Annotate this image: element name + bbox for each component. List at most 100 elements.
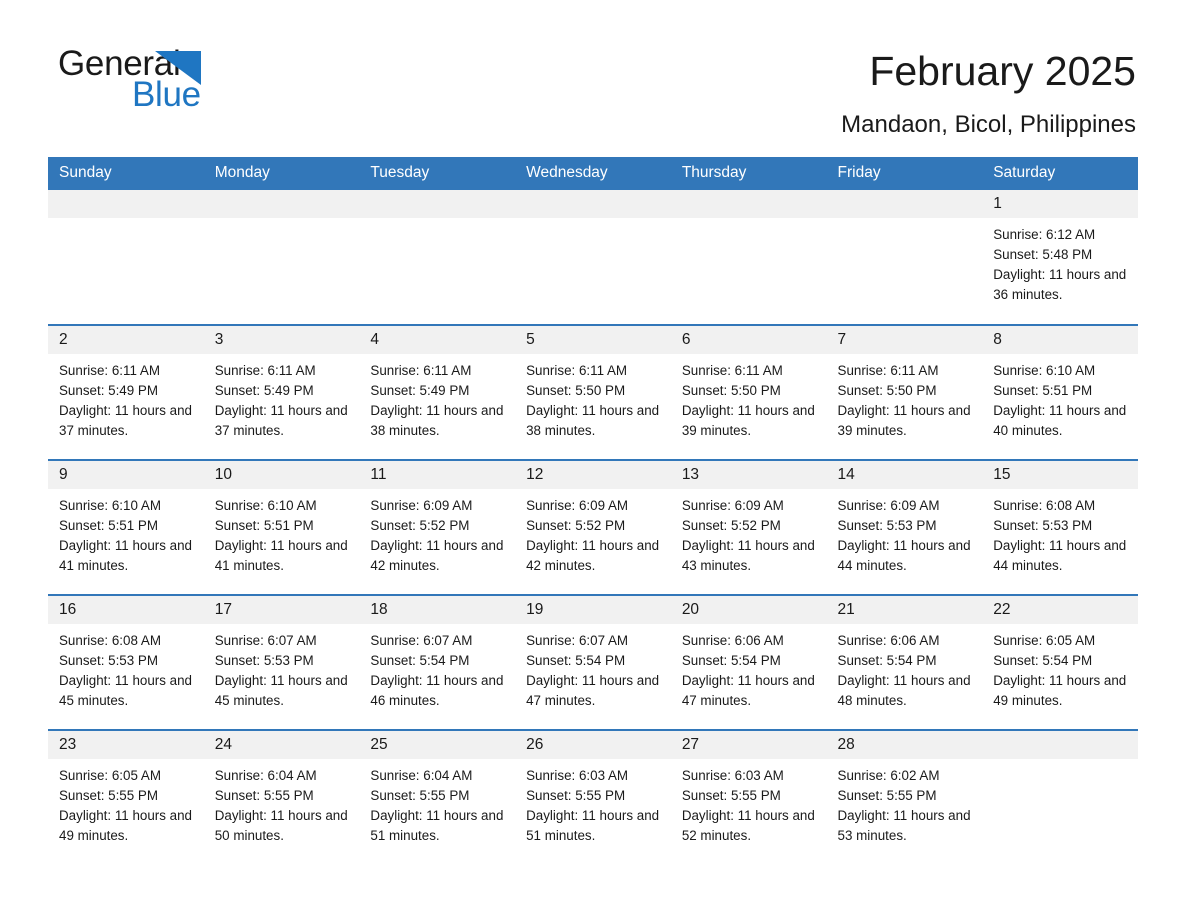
sunset-text: Sunset: 5:52 PM [526, 518, 626, 533]
calendar-day-cell[interactable]: 28 Sunrise: 6:02 AM Sunset: 5:55 PM Dayligh… [826, 729, 983, 865]
sunrise-text: Sunrise: 6:11 AM [370, 363, 472, 378]
day-number: 6 [670, 326, 827, 354]
sunrise-text: Sunrise: 6:06 AM [837, 633, 940, 648]
calendar-day-cell[interactable]: 7 Sunrise: 6:11 AM Sunset: 5:50 PM Daylight… [826, 324, 983, 460]
calendar-day-cell[interactable]: 9 Sunrise: 6:10 AM Sunset: 5:51 PM Daylight… [48, 459, 204, 595]
calendar-day-cell[interactable]: 12 Sunrise: 6:09 AM Sunset: 5:52 PM Dayligh… [515, 459, 671, 595]
day-number: 10 [203, 461, 360, 489]
day-details: Sunrise: 6:11 AM Sunset: 5:50 PM Daylight:… [515, 354, 671, 441]
sunrise-text: Sunrise: 6:09 AM [837, 498, 940, 513]
sunrise-text: Sunrise: 6:11 AM [681, 363, 783, 378]
sunset-text: Sunset: 5:54 PM [837, 653, 937, 668]
calendar-day-cell[interactable]: 16 Sunrise: 6:08 AM Sunset: 5:53 PM Dayligh… [48, 594, 204, 730]
day-number: 27 [670, 731, 827, 759]
daylight-text: Daylight: 11 hours and 47 minutes. [681, 673, 815, 708]
day-details: Sunrise: 6:05 AM Sunset: 5:55 PM Daylight:… [48, 759, 204, 846]
daylight-text: Daylight: 11 hours and 51 minutes. [526, 808, 660, 843]
calendar-day-cell[interactable]: 17 Sunrise: 6:07 AM Sunset: 5:53 PM Dayligh… [203, 594, 360, 730]
day-number: 21 [826, 596, 983, 624]
day-number: 5 [515, 326, 671, 354]
weekday-header-saturday: Saturday [982, 157, 1138, 190]
sunrise-text: Sunrise: 6:04 AM [370, 768, 473, 783]
calendar-day-cell[interactable]: 23 Sunrise: 6:05 AM Sunset: 5:55 PM Dayligh… [48, 729, 204, 865]
daylight-text: Daylight: 11 hours and 39 minutes. [681, 403, 815, 438]
calendar-week-row: 23 Sunrise: 6:05 AM Sunset: 5:55 PM Dayligh… [48, 729, 1138, 865]
calendar-day-cell[interactable]: 25 Sunrise: 6:04 AM Sunset: 5:55 PM Dayligh… [359, 729, 516, 865]
calendar-day-cell[interactable]: 6 Sunrise: 6:11 AM Sunset: 5:50 PM Daylight… [670, 324, 827, 460]
sunset-text: Sunset: 5:55 PM [681, 788, 781, 803]
sunrise-text: Sunrise: 6:11 AM [214, 363, 316, 378]
day-number: 20 [670, 596, 827, 624]
day-details: Sunrise: 6:09 AM Sunset: 5:52 PM Daylight:… [515, 489, 671, 576]
calendar-day-cell[interactable]: 27 Sunrise: 6:03 AM Sunset: 5:55 PM Dayligh… [670, 729, 827, 865]
day-details: Sunrise: 6:10 AM Sunset: 5:51 PM Daylight:… [204, 489, 360, 576]
calendar-day-cell[interactable]: 13 Sunrise: 6:09 AM Sunset: 5:52 PM Dayligh… [670, 459, 827, 595]
calendar-day-cell[interactable]: 1 Sunrise: 6:12 AM Sunset: 5:48 PM Daylight… [982, 190, 1138, 325]
day-number: 25 [359, 731, 516, 759]
day-details: Sunrise: 6:08 AM Sunset: 5:53 PM Daylight:… [48, 624, 204, 711]
day-details: Sunrise: 6:11 AM Sunset: 5:49 PM Daylight:… [48, 354, 204, 441]
day-number: 4 [359, 326, 516, 354]
calendar-day-cell[interactable]: 18 Sunrise: 6:07 AM Sunset: 5:54 PM Dayligh… [359, 594, 516, 730]
daylight-text: Daylight: 11 hours and 45 minutes. [59, 673, 192, 708]
calendar-day-cell[interactable]: 8 Sunrise: 6:10 AM Sunset: 5:51 PM Daylight… [982, 324, 1138, 460]
sunset-text: Sunset: 5:51 PM [993, 383, 1093, 398]
sunrise-text: Sunrise: 6:09 AM [681, 498, 784, 513]
calendar-day-cell[interactable]: 24 Sunrise: 6:04 AM Sunset: 5:55 PM Dayligh… [203, 729, 360, 865]
daylight-text: Daylight: 11 hours and 38 minutes. [370, 403, 504, 438]
sunrise-text: Sunrise: 6:11 AM [837, 363, 939, 378]
daylight-text: Daylight: 11 hours and 47 minutes. [526, 673, 660, 708]
sunrise-text: Sunrise: 6:03 AM [681, 768, 784, 783]
calendar-day-cell[interactable]: 20 Sunrise: 6:06 AM Sunset: 5:54 PM Dayligh… [670, 594, 827, 730]
sunrise-text: Sunrise: 6:05 AM [59, 768, 161, 783]
day-details: Sunrise: 6:07 AM Sunset: 5:54 PM Daylight:… [515, 624, 671, 711]
sunset-text: Sunset: 5:55 PM [526, 788, 626, 803]
calendar-cell-empty [48, 190, 204, 325]
calendar-day-cell[interactable]: 10 Sunrise: 6:10 AM Sunset: 5:51 PM Dayligh… [203, 459, 360, 595]
day-details: Sunrise: 6:10 AM Sunset: 5:51 PM Daylight:… [982, 354, 1138, 441]
calendar-page: General Blue February 2025 Mandaon, Bico… [0, 0, 1188, 918]
sunset-text: Sunset: 5:49 PM [59, 383, 158, 398]
calendar-day-cell[interactable]: 5 Sunrise: 6:11 AM Sunset: 5:50 PM Daylight… [515, 324, 671, 460]
calendar-day-cell[interactable]: 4 Sunrise: 6:11 AM Sunset: 5:49 PM Daylight… [359, 324, 516, 460]
sunrise-text: Sunrise: 6:09 AM [370, 498, 473, 513]
calendar-table: Sunday Monday Tuesday Wednesday Thursday… [48, 157, 1138, 865]
sunrise-text: Sunrise: 6:12 AM [993, 227, 1096, 242]
daylight-text: Daylight: 11 hours and 38 minutes. [526, 403, 660, 438]
sunrise-text: Sunrise: 6:02 AM [837, 768, 940, 783]
calendar-day-cell[interactable]: 14 Sunrise: 6:09 AM Sunset: 5:53 PM Dayligh… [826, 459, 983, 595]
day-number: 19 [515, 596, 671, 624]
day-details: Sunrise: 6:04 AM Sunset: 5:55 PM Daylight:… [204, 759, 360, 846]
calendar-day-cell[interactable]: 22 Sunrise: 6:05 AM Sunset: 5:54 PM Dayligh… [982, 594, 1138, 730]
calendar-cell-empty [203, 190, 360, 325]
calendar-day-cell[interactable]: 2 Sunrise: 6:11 AM Sunset: 5:49 PM Daylight… [48, 324, 204, 460]
calendar-day-cell[interactable]: 15 Sunrise: 6:08 AM Sunset: 5:53 PM Dayligh… [982, 459, 1138, 595]
daylight-text: Daylight: 11 hours and 41 minutes. [59, 538, 192, 573]
day-details: Sunrise: 6:11 AM Sunset: 5:50 PM Daylight:… [671, 354, 827, 441]
calendar-week-row: 2 Sunrise: 6:11 AM Sunset: 5:49 PM Daylight… [48, 324, 1138, 460]
calendar-day-cell[interactable]: 11 Sunrise: 6:09 AM Sunset: 5:52 PM Dayligh… [359, 459, 516, 595]
daylight-text: Daylight: 11 hours and 37 minutes. [59, 403, 192, 438]
title-block: February 2025 Mandaon, Bicol, Philippine… [248, 44, 1136, 142]
day-number [359, 190, 516, 218]
sunrise-text: Sunrise: 6:09 AM [526, 498, 629, 513]
daylight-text: Daylight: 11 hours and 51 minutes. [370, 808, 504, 843]
sunset-text: Sunset: 5:48 PM [993, 247, 1093, 262]
weekday-header-wednesday: Wednesday [515, 157, 671, 190]
day-number: 2 [48, 326, 204, 354]
day-number: 13 [670, 461, 827, 489]
calendar-day-cell[interactable]: 3 Sunrise: 6:11 AM Sunset: 5:49 PM Daylight… [203, 324, 360, 460]
daylight-text: Daylight: 11 hours and 37 minutes. [214, 403, 348, 438]
calendar-day-cell[interactable]: 19 Sunrise: 6:07 AM Sunset: 5:54 PM Dayligh… [515, 594, 671, 730]
daylight-text: Daylight: 11 hours and 42 minutes. [526, 538, 660, 573]
page-subtitle: Mandaon, Bicol, Philippines [841, 111, 1136, 138]
daylight-text: Daylight: 11 hours and 49 minutes. [59, 808, 192, 843]
weekday-header-sunday: Sunday [48, 157, 204, 190]
calendar-day-cell[interactable]: 26 Sunrise: 6:03 AM Sunset: 5:55 PM Dayligh… [515, 729, 671, 865]
calendar-day-cell[interactable]: 21 Sunrise: 6:06 AM Sunset: 5:54 PM Dayligh… [826, 594, 983, 730]
day-number: 9 [48, 461, 204, 489]
generalblue-logo[interactable]: General Blue [58, 44, 248, 116]
day-details: Sunrise: 6:03 AM Sunset: 5:55 PM Daylight:… [671, 759, 827, 846]
sunrise-text: Sunrise: 6:11 AM [59, 363, 160, 378]
daylight-text: Daylight: 11 hours and 52 minutes. [681, 808, 815, 843]
